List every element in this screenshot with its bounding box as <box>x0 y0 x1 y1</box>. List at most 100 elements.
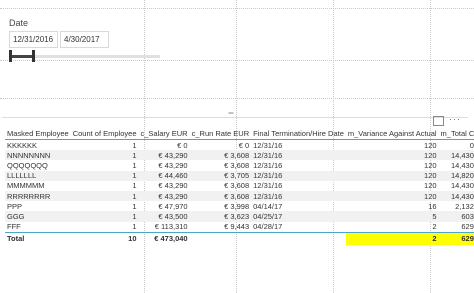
table-row[interactable]: QQQQQQQ 1 € 43,290 € 3,608 12/31/16 120 … <box>5 160 474 170</box>
cell-run-rate: € 3,623 <box>189 211 252 222</box>
slicer-title: Date <box>9 18 29 28</box>
cell-variance: 120 <box>424 181 437 191</box>
table-row[interactable]: FFF 1 € 113,310 € 9,443 04/28/17 2 629.5… <box>5 222 474 233</box>
cell-employee: KKKKKK <box>7 140 38 150</box>
cell-salary: € 0 <box>177 140 188 150</box>
cell-total-cost: 14,430.00 <box>438 150 474 161</box>
cell-date: 12/31/16 <box>251 170 346 181</box>
table-row[interactable]: KKKKKK 1 € 0 € 0 12/31/16 120 0.00 <box>5 140 474 151</box>
cell-employee: PPP <box>7 201 23 211</box>
table-row[interactable]: MMMMMM 1 € 43,290 € 3,608 12/31/16 120 1… <box>5 181 474 191</box>
cell-count: 1 <box>70 211 139 222</box>
cell-total-cost: 2,132.00 <box>455 201 474 211</box>
cell-total-cost: 14,820.00 <box>438 170 474 181</box>
cell-count: 1 <box>132 140 137 150</box>
cell-date: 12/31/16 <box>253 181 283 191</box>
cell-salary: € 43,290 <box>158 160 188 170</box>
cell-salary: € 43,290 <box>138 150 190 161</box>
drag-grip-icon[interactable]: ═ <box>226 110 236 117</box>
slider-start-handle[interactable] <box>9 50 12 62</box>
cell-date: 04/28/17 <box>253 222 283 232</box>
more-options-icon[interactable]: ··· <box>449 114 461 124</box>
cell-employee: NNNNNNNN <box>5 150 71 161</box>
focus-mode-icon[interactable] <box>433 116 444 126</box>
cell-employee: FFF <box>7 222 21 232</box>
cell-run-rate: € 3,998 <box>224 201 250 211</box>
table-row[interactable]: LLLLLLL 1 € 44,460 € 3,705 12/31/16 120 … <box>5 170 474 181</box>
cell-count: 1 <box>70 170 139 181</box>
total-cost: 629.50 <box>438 231 474 245</box>
total-row: Total 10 € 473,040 2 629.50 <box>5 231 474 245</box>
cell-variance: 120 <box>424 140 437 150</box>
column-header[interactable]: Masked Employee <box>5 127 71 140</box>
cell-employee: MMMMMM <box>7 181 45 191</box>
slider-end-handle[interactable] <box>32 50 35 62</box>
cell-count: 1 <box>132 201 137 211</box>
cell-date: 12/31/16 <box>253 160 283 170</box>
cell-count: 1 <box>132 160 137 170</box>
total-label: Total <box>5 231 71 245</box>
canvas-gridline <box>0 8 474 9</box>
cell-date: 12/31/16 <box>251 190 346 202</box>
cell-variance: 120 <box>345 190 439 202</box>
total-count: 10 <box>70 231 139 245</box>
cell-date: 04/25/17 <box>251 211 346 222</box>
cell-variance: 120 <box>345 170 439 181</box>
cell-count: 1 <box>132 181 137 191</box>
column-header[interactable]: c_Run Rate EUR <box>189 127 252 140</box>
cell-count: 1 <box>70 150 139 161</box>
table-row[interactable]: NNNNNNNN 1 € 43,290 € 3,608 12/31/16 120… <box>5 150 474 161</box>
cell-run-rate: € 3,608 <box>189 150 252 161</box>
cell-salary: € 43,500 <box>138 211 190 222</box>
table-row[interactable]: RRRRRRRR 1 € 43,290 € 3,608 12/31/16 120… <box>5 190 474 202</box>
cell-run-rate: € 3,608 <box>224 160 250 170</box>
visual-top-border <box>2 117 468 118</box>
cell-count: 1 <box>132 222 137 232</box>
total-date-empty <box>251 231 346 245</box>
cell-total-cost: 603.75 <box>438 211 474 222</box>
column-header[interactable]: m_Variance Against Actual <box>345 127 439 140</box>
cell-variance: 16 <box>428 201 437 211</box>
cell-employee: QQQQQQQ <box>7 160 48 170</box>
cell-total-cost: 0.00 <box>469 140 474 150</box>
total-salary: € 473,040 <box>138 231 190 245</box>
cell-salary: € 113,310 <box>154 222 188 232</box>
cell-salary: € 47,970 <box>158 201 188 211</box>
cell-total-cost: 14,430.00 <box>438 190 474 202</box>
cell-employee: RRRRRRRR <box>5 190 71 202</box>
cell-run-rate: € 9,443 <box>224 222 250 232</box>
data-table: Masked Employee Count of Employee c_Sala… <box>5 127 474 245</box>
cell-total-cost: 629.50 <box>461 222 474 232</box>
total-run-rate-empty <box>189 231 252 245</box>
cell-variance: 2 <box>432 222 437 232</box>
cell-variance: 120 <box>345 150 439 161</box>
canvas-gridline <box>0 60 474 61</box>
table-row[interactable]: PPP 1 € 47,970 € 3,998 04/14/17 16 2,132… <box>5 201 474 211</box>
cell-salary: € 44,460 <box>138 170 190 181</box>
column-header[interactable]: Final Termination/Hire Date <box>251 127 346 140</box>
cell-count: 1 <box>70 190 139 202</box>
cell-salary: € 43,290 <box>138 190 190 202</box>
column-header[interactable]: c_Salary EUR <box>138 127 190 140</box>
cell-run-rate: € 0 <box>238 140 250 150</box>
date-slider-range <box>10 55 34 58</box>
cell-variance: 120 <box>424 160 437 170</box>
cell-run-rate: € 3,705 <box>189 170 252 181</box>
table-header-row: Masked Employee Count of Employee c_Sala… <box>5 127 474 140</box>
cell-date: 12/31/16 <box>251 150 346 161</box>
column-header[interactable]: m_Total Cost <box>438 127 474 140</box>
cell-employee: GGG <box>5 211 71 222</box>
end-date-input[interactable]: 4/30/2017 <box>60 31 109 48</box>
column-header[interactable]: Count of Employee <box>70 127 139 140</box>
cell-date: 04/14/17 <box>253 201 283 211</box>
cell-total-cost: 14,430.00 <box>450 160 474 170</box>
table-row[interactable]: GGG 1 € 43,500 € 3,623 04/25/17 5 603.75 <box>5 211 474 222</box>
total-variance: 2 <box>345 231 439 245</box>
cell-date: 12/31/16 <box>253 140 283 150</box>
canvas-gridline <box>0 98 474 99</box>
cell-salary: € 43,290 <box>158 181 188 191</box>
cell-employee: LLLLLLL <box>5 170 71 181</box>
cell-total-cost: 14,430.00 <box>450 181 474 191</box>
start-date-input[interactable]: 12/31/2016 <box>9 31 58 48</box>
cell-run-rate: € 3,608 <box>224 181 250 191</box>
